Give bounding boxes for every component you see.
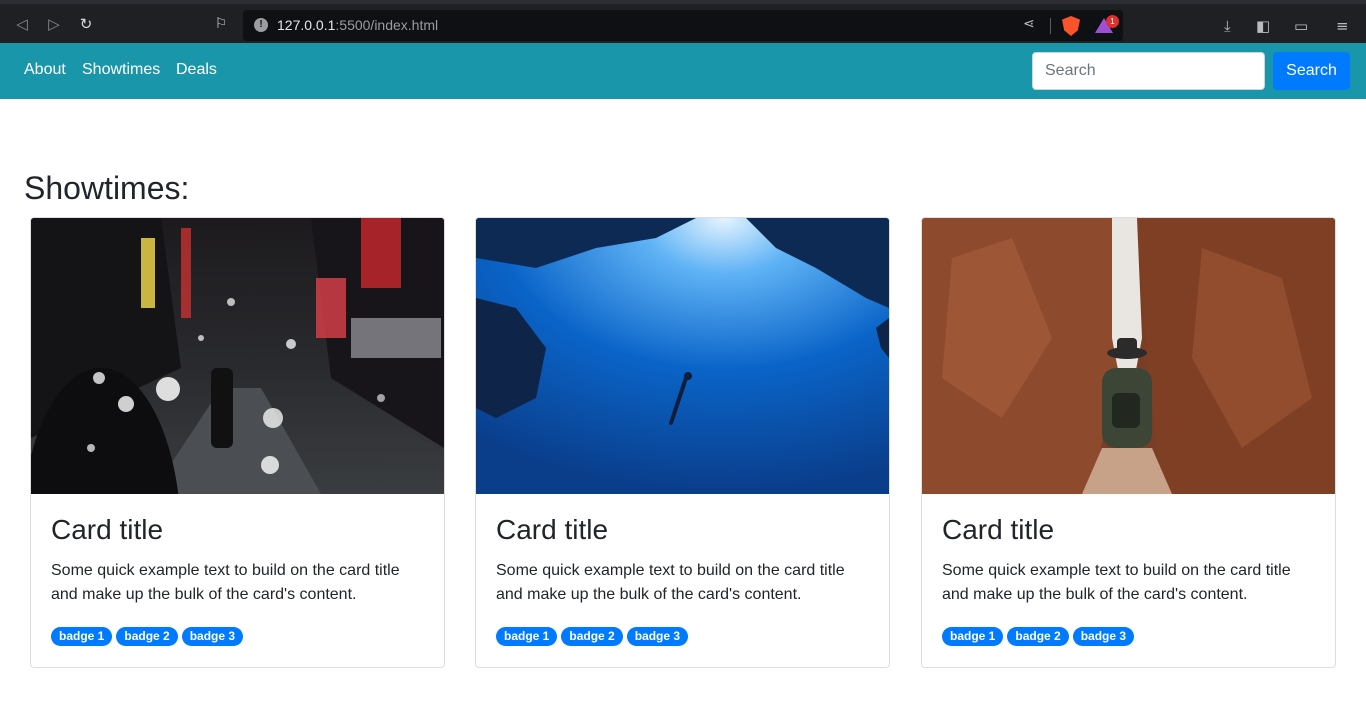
bookmark-icon[interactable]: ⚐: [211, 14, 231, 34]
badge: badge 3: [626, 627, 689, 646]
badge-list: badge 1 badge 2 badge 3: [496, 627, 692, 646]
forward-icon[interactable]: ▷: [44, 14, 64, 34]
card-image: [31, 218, 444, 494]
page-title: Showtimes:: [24, 170, 190, 206]
download-icon[interactable]: ⤓: [1224, 16, 1231, 36]
search-input[interactable]: [1032, 52, 1265, 90]
badge: badge 1: [51, 627, 113, 646]
card-text: Some quick example text to build on the …: [496, 562, 845, 603]
badge: badge 1: [942, 627, 1004, 646]
browser-toolbar: ◁ ▷ ↻ ⚐ ! 127.0.0.1:5500/index.html ⋖ 1 …: [0, 0, 1366, 43]
badge: badge 2: [561, 627, 623, 646]
address-text[interactable]: 127.0.0.1:5500/index.html: [277, 17, 438, 33]
brave-shields-icon[interactable]: [1062, 16, 1080, 36]
badge: badge 2: [116, 627, 178, 646]
card: Card title Some quick example text to bu…: [30, 217, 445, 668]
card: Card title Some quick example text to bu…: [921, 217, 1336, 668]
search-button[interactable]: Search: [1273, 52, 1350, 90]
menu-icon[interactable]: ≡: [1336, 16, 1349, 36]
reload-icon[interactable]: ↻: [76, 14, 96, 34]
url-path: :5500/index.html: [335, 17, 439, 33]
card: Card title Some quick example text to bu…: [475, 217, 890, 668]
card-image: [476, 218, 889, 494]
site-navbar: About Showtimes Deals Search: [0, 43, 1366, 99]
badge-list: badge 1 badge 2 badge 3: [942, 627, 1138, 646]
url-host: 127.0.0.1: [277, 17, 336, 33]
site-info-icon[interactable]: !: [254, 18, 268, 32]
address-bar[interactable]: ! 127.0.0.1:5500/index.html ⋖ 1: [243, 10, 1123, 41]
sidebar-icon[interactable]: ◧: [1256, 16, 1270, 36]
card-text: Some quick example text to build on the …: [51, 562, 400, 603]
divider: [1050, 18, 1051, 34]
nav-link-deals[interactable]: Deals: [176, 61, 217, 79]
notification-badge: 1: [1106, 15, 1119, 28]
badge-list: badge 1 badge 2 badge 3: [51, 627, 247, 646]
card-title: Card title: [496, 514, 609, 545]
badge: badge 3: [1072, 627, 1135, 646]
share-icon[interactable]: ⋖: [1023, 16, 1035, 32]
nav-link-about[interactable]: About: [24, 61, 66, 79]
wallet-icon[interactable]: ▭: [1294, 16, 1308, 36]
badge: badge 2: [1007, 627, 1069, 646]
card-title: Card title: [51, 514, 164, 545]
card-title: Card title: [942, 514, 1055, 545]
back-icon[interactable]: ◁: [12, 14, 32, 34]
card-text: Some quick example text to build on the …: [942, 562, 1291, 603]
badge: badge 1: [496, 627, 558, 646]
card-image: [922, 218, 1335, 494]
nav-link-showtimes[interactable]: Showtimes: [82, 61, 160, 79]
badge: badge 3: [181, 627, 244, 646]
